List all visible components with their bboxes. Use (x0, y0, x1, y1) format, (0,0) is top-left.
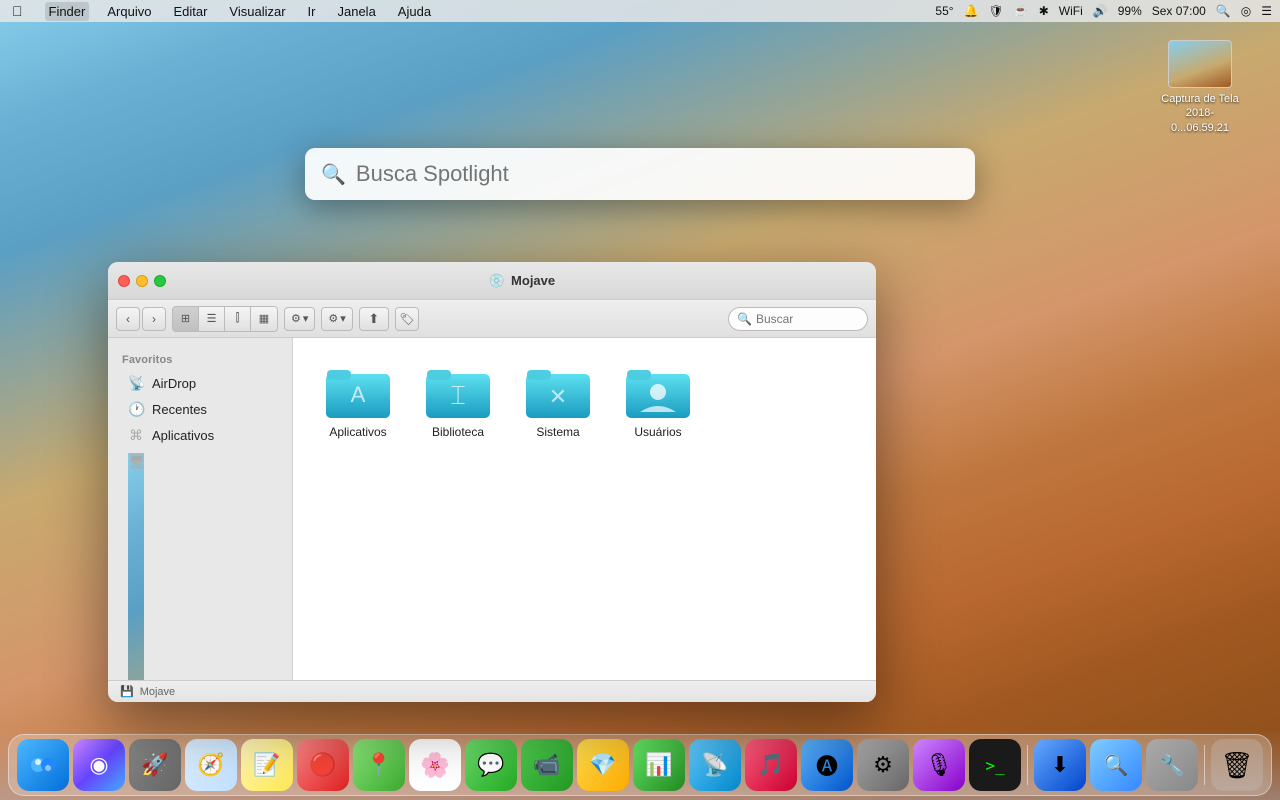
folder-usuarios[interactable]: Usuários (613, 358, 703, 449)
notification-center-icon[interactable]: ☰ (1261, 4, 1272, 18)
gallery-view-button[interactable]: ▦ (251, 307, 277, 331)
spotlight-search-icon: 🔍 (321, 162, 346, 187)
desktop:  Finder Arquivo Editar Visualizar Ir Ja… (0, 0, 1280, 800)
folder-usuarios-label: Usuários (634, 425, 681, 441)
arrange-icon: ⚙ (291, 312, 301, 325)
icon-view-button[interactable]: ⊞ (173, 307, 199, 331)
arrange-button[interactable]: ⚙ ▾ (284, 307, 315, 331)
mesa-icon: 🖥 (128, 453, 144, 680)
apple-menu[interactable]:  (8, 1, 27, 21)
menu-ir[interactable]: Ir (304, 2, 320, 21)
sidebar-item-mesa[interactable]: 🖥 Mesa (114, 449, 286, 680)
toolbar: ‹ › ⊞ ☰ ⫿ ▦ ⚙ ▾ ⚙ ▾ ⬆ 🏷 🔍 (108, 300, 876, 338)
menu-arquivo[interactable]: Arquivo (103, 2, 155, 21)
title-bar: 💿 Mojave (108, 262, 876, 300)
notification-icon: 🔔 (964, 4, 979, 18)
menu-visualizar[interactable]: Visualizar (225, 2, 289, 21)
folder-usuarios-svg (626, 366, 690, 418)
search-input[interactable] (756, 312, 859, 326)
search-menubar-icon[interactable]: 🔍 (1216, 4, 1231, 18)
folder-biblioteca-svg: ⌶ (426, 366, 490, 418)
close-button[interactable] (118, 275, 130, 287)
bluetooth-icon: ✱ (1039, 4, 1049, 18)
folder-sistema[interactable]: ✕ Sistema (513, 358, 603, 449)
folder-aplicativos[interactable]: A Aplicativos (313, 358, 403, 449)
vpn-icon: 🛡 (989, 4, 1004, 18)
datetime-display: Sex 07:00 (1152, 4, 1206, 18)
finder-window: 💿 Mojave ‹ › ⊞ ☰ ⫿ ▦ ⚙ ▾ ⚙ ▾ (108, 262, 876, 702)
folder-biblioteca-label: Biblioteca (432, 425, 484, 441)
volume-icon: 🔊 (1093, 4, 1108, 18)
coffee-icon: ☕ (1014, 4, 1029, 18)
svg-text:✕: ✕ (549, 384, 567, 409)
main-content: A Aplicativos (293, 338, 876, 680)
nav-buttons: ‹ › (116, 307, 166, 331)
forward-button[interactable]: › (142, 307, 166, 331)
folder-sistema-label: Sistema (536, 425, 579, 441)
search-box: 🔍 (728, 307, 868, 331)
sidebar-recentes-label: Recentes (152, 402, 207, 417)
folder-biblioteca[interactable]: ⌶ Biblioteca (413, 358, 503, 449)
window-title: 💿 Mojave (178, 273, 866, 289)
tags-button[interactable]: 🏷 (395, 307, 419, 331)
menubar-right: 55° 🔔 🛡 ☕ ✱ WiFi 🔊 99% Sex 07:00 🔍 ◎ ☰ (935, 4, 1272, 18)
temperature-indicator: 55° (935, 4, 953, 18)
spotlight-input[interactable] (356, 161, 959, 187)
status-hdd-icon: 💾 (120, 685, 134, 698)
folder-biblioteca-icon: ⌶ (426, 366, 490, 420)
action-button[interactable]: ⚙ ▾ (321, 307, 352, 331)
action-chevron: ▾ (340, 312, 346, 325)
status-bar: 💾 Mojave (108, 680, 876, 702)
spotlight-bar: 🔍 (305, 148, 975, 200)
sidebar-section-favoritos: Favoritos (108, 346, 292, 370)
folder-aplicativos-svg: A (326, 366, 390, 418)
svg-text:⌶: ⌶ (450, 380, 466, 410)
view-buttons: ⊞ ☰ ⫿ ▦ (172, 306, 278, 332)
folder-sistema-icon: ✕ (526, 366, 590, 420)
list-view-button[interactable]: ☰ (199, 307, 225, 331)
sidebar-airdrop-label: AirDrop (152, 376, 196, 391)
airdrop-icon: 📡 (128, 375, 144, 392)
share-icon: ⬆ (368, 311, 379, 327)
aplicativos-icon: ⌘ (128, 427, 144, 444)
folder-sistema-svg: ✕ (526, 366, 590, 418)
svg-text:A: A (351, 382, 366, 407)
sidebar: Favoritos 📡 AirDrop 🕐 Recentes ⌘ Aplicat… (108, 338, 293, 680)
column-view-button[interactable]: ⫿ (225, 307, 251, 331)
action-icon: ⚙ (328, 312, 338, 325)
sidebar-item-aplicativos[interactable]: ⌘ Aplicativos (114, 423, 286, 448)
menu-ajuda[interactable]: Ajuda (394, 2, 435, 21)
sidebar-item-airdrop[interactable]: 📡 AirDrop (114, 371, 286, 396)
folder-aplicativos-icon: A (326, 366, 390, 420)
minimize-button[interactable] (136, 275, 148, 287)
share-button[interactable]: ⬆ (359, 307, 389, 331)
folder-usuarios-icon (626, 366, 690, 420)
menu-finder[interactable]: Finder (45, 2, 90, 21)
battery-indicator: 99% (1118, 4, 1142, 18)
finder-body: Favoritos 📡 AirDrop 🕐 Recentes ⌘ Aplicat… (108, 338, 876, 680)
maximize-button[interactable] (154, 275, 166, 287)
back-button[interactable]: ‹ (116, 307, 140, 331)
menubar:  Finder Arquivo Editar Visualizar Ir Ja… (0, 0, 1280, 22)
wifi-icon: WiFi (1059, 4, 1083, 18)
search-icon: 🔍 (737, 312, 752, 326)
menubar-left:  Finder Arquivo Editar Visualizar Ir Ja… (8, 1, 435, 21)
hdd-title-icon: 💿 (489, 273, 505, 289)
traffic-lights (118, 275, 166, 287)
sidebar-aplicativos-label: Aplicativos (152, 428, 214, 443)
menu-janela[interactable]: Janela (333, 2, 379, 21)
folder-aplicativos-label: Aplicativos (329, 425, 386, 441)
siri-menubar-icon[interactable]: ◎ (1241, 4, 1251, 18)
status-location: Mojave (140, 686, 175, 698)
arrange-chevron: ▾ (303, 312, 309, 325)
recentes-icon: 🕐 (128, 401, 144, 418)
menu-editar[interactable]: Editar (169, 2, 211, 21)
sidebar-item-recentes[interactable]: 🕐 Recentes (114, 397, 286, 422)
